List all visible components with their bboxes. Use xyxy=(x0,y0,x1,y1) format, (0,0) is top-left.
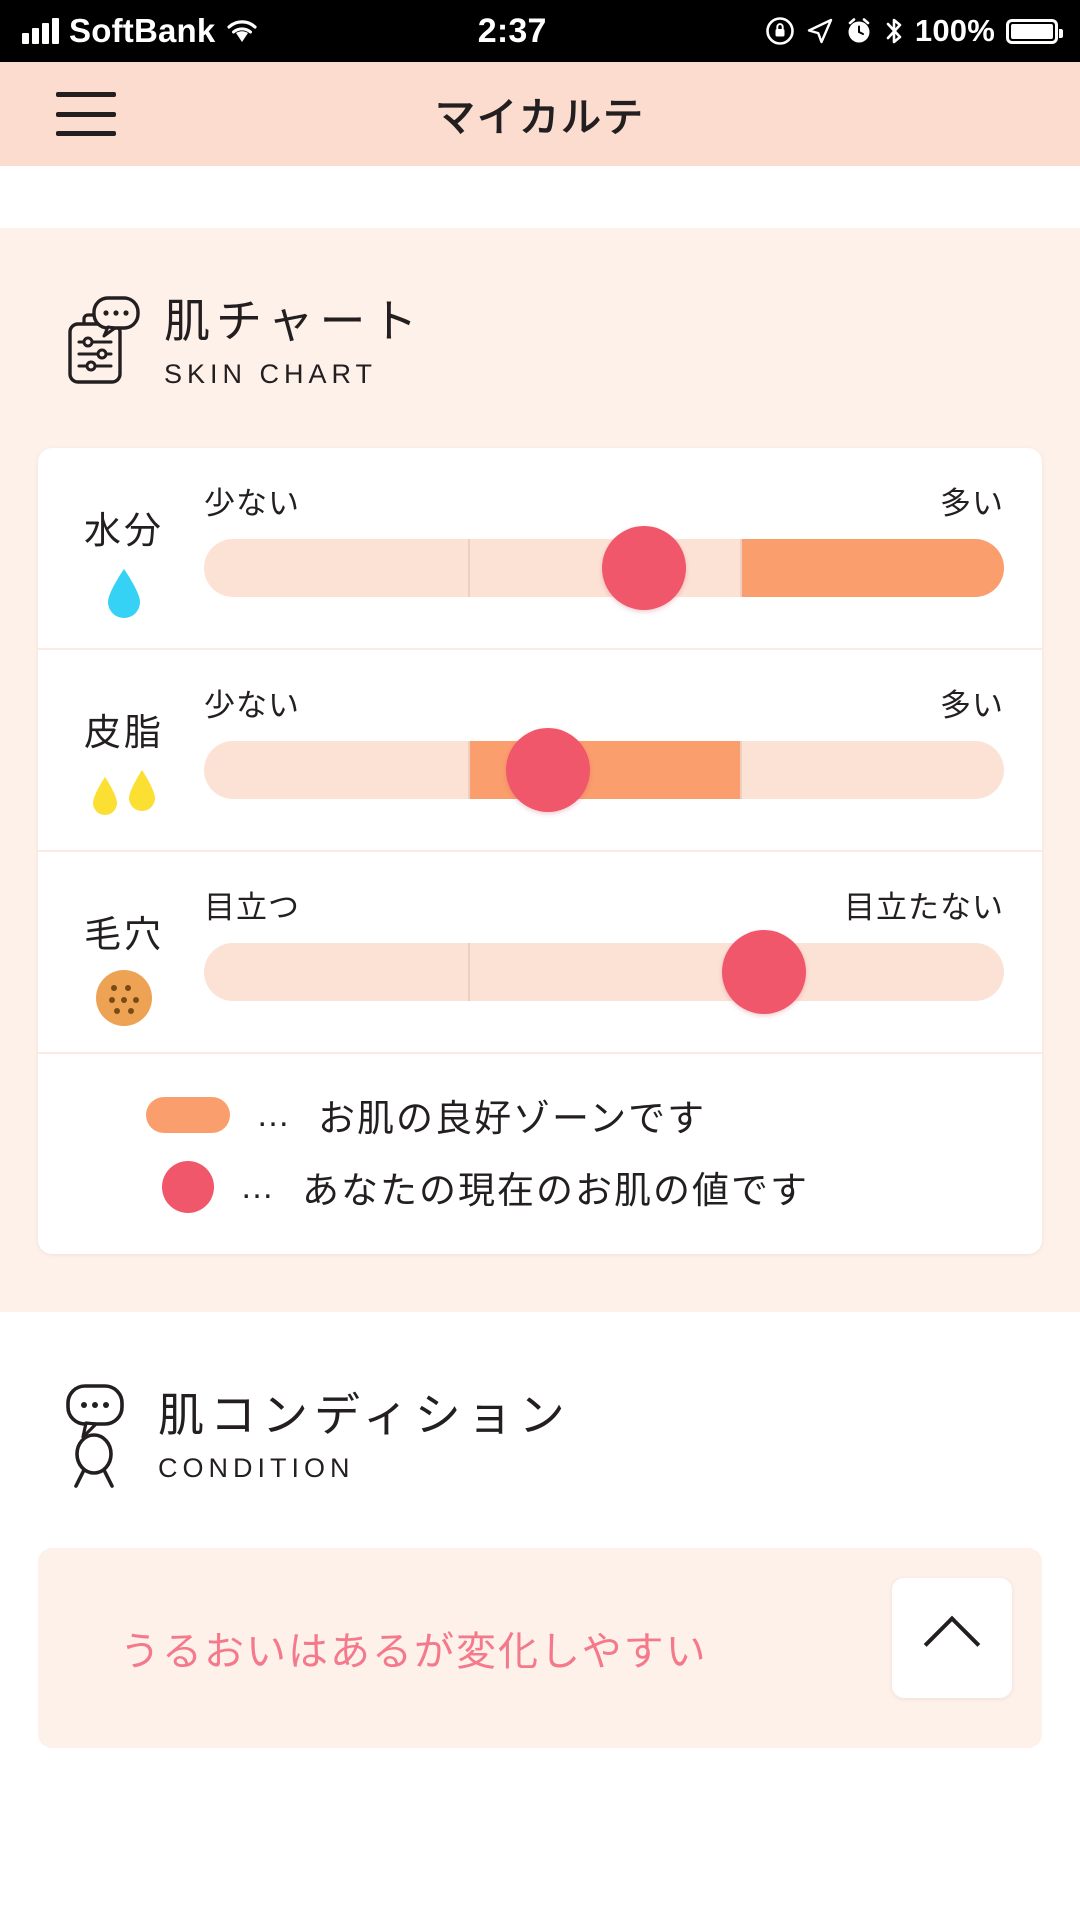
wifi-icon xyxy=(227,20,258,42)
content-spacer xyxy=(0,166,1080,228)
chevron-up-icon[interactable] xyxy=(892,1578,1012,1699)
two-oil-drops-icon xyxy=(60,768,188,824)
slider-row-sebum: 皮脂 少ない 多い xyxy=(38,650,1042,853)
bluetooth-icon xyxy=(886,18,902,44)
slider-tick xyxy=(468,741,470,800)
legend-item-good-zone: … お肌の良好ゾーンです xyxy=(146,1088,1012,1142)
slider-right-label-moisture: 多い xyxy=(940,486,1004,522)
chart-legend: … お肌の良好ゾーンです … あなたの現在のお肌の値です xyxy=(38,1054,1042,1254)
slider-right-label-sebum: 多い xyxy=(940,688,1004,724)
chevron-up-glyph xyxy=(923,1615,981,1673)
pore-circle-glyph xyxy=(96,970,152,1027)
location-arrow-icon xyxy=(807,18,833,44)
slider-marker-pores[interactable] xyxy=(722,930,806,1015)
slider-row-label-group: 毛穴 xyxy=(60,882,188,1027)
hamburger-menu-icon[interactable] xyxy=(56,92,116,136)
legend-item-current-value: … あなたの現在のお肌の値です xyxy=(146,1160,1012,1214)
legend-ellipsis: … xyxy=(256,1095,292,1134)
status-bar: SoftBank 2:37 100% xyxy=(0,0,1080,62)
battery-percent-label: 100% xyxy=(914,13,995,48)
slider-tick xyxy=(740,539,742,598)
carrier-label: SoftBank xyxy=(69,12,216,49)
skin-chart-section: 肌チャート SKIN CHART 水分 少ない 多い 皮脂 少ない 多い 毛穴 … xyxy=(0,228,1080,1313)
signal-bars-icon xyxy=(22,18,59,44)
oil-drop-glyph xyxy=(129,770,155,812)
skin-chart-heading: 肌チャート SKIN CHART xyxy=(0,294,1080,390)
slider-right-label-pores: 目立たない xyxy=(844,890,1004,926)
status-bar-right: 100% xyxy=(765,13,1063,49)
slider-end-labels: 目立つ 目立たない xyxy=(204,882,1004,927)
slider-track-sebum[interactable] xyxy=(204,728,1004,813)
slider-tick xyxy=(468,539,470,598)
condition-card[interactable]: うるおいはあるが変化しやすい xyxy=(38,1548,1042,1749)
slider-row-label-group: 水分 xyxy=(60,478,188,622)
slider-tick xyxy=(740,741,742,800)
slider-track-pores[interactable] xyxy=(204,930,1004,1015)
skin-chart-card: 水分 少ない 多い 皮脂 少ない 多い 毛穴 目立つ 目立たない … お肌の良好… xyxy=(38,448,1042,1255)
slider-sebum[interactable]: 少ない 多い xyxy=(188,680,1012,813)
skin-chart-title-jp: 肌チャート xyxy=(164,295,424,347)
slider-track-moisture[interactable] xyxy=(204,526,1004,611)
slider-tick xyxy=(468,943,470,1002)
slider-left-label-sebum: 少ない xyxy=(204,688,300,724)
skin-chart-title-en: SKIN CHART xyxy=(164,359,378,390)
condition-heading: 肌コンディション CONDITION xyxy=(0,1382,1080,1490)
legend-ellipsis: … xyxy=(240,1167,276,1206)
condition-section: 肌コンディション CONDITION うるおいはあるが変化しやすい xyxy=(0,1312,1080,1749)
legend-label-good-zone: お肌の良好ゾーンです xyxy=(318,1098,707,1140)
legend-value-swatch xyxy=(162,1161,214,1214)
slider-end-labels: 少ない 多い xyxy=(204,478,1004,523)
oil-drop-glyph xyxy=(93,777,117,816)
condition-title-jp: 肌コンディション xyxy=(158,1389,571,1442)
slider-left-label-pores: 目立つ xyxy=(204,890,300,926)
good-zone-moisture xyxy=(740,539,1004,598)
slider-label-moisture: 水分 xyxy=(84,510,164,552)
page-title: マイカルテ xyxy=(435,96,645,140)
slider-marker-moisture[interactable] xyxy=(602,526,686,611)
person-chat-icon xyxy=(66,1384,124,1488)
battery-icon xyxy=(1006,18,1063,44)
legend-zone-swatch xyxy=(146,1097,230,1134)
slider-left-label-moisture: 少ない xyxy=(204,486,300,522)
condition-title-en: CONDITION xyxy=(158,1453,355,1484)
alarm-clock-icon xyxy=(848,18,870,43)
slider-row-moisture: 水分 少ない 多い xyxy=(38,448,1042,651)
legend-label-current-value: あなたの現在のお肌の値です xyxy=(302,1170,809,1212)
rotation-lock-icon xyxy=(766,17,794,45)
water-drop-glyph xyxy=(108,569,140,619)
slider-row-label-group: 皮脂 xyxy=(60,680,188,824)
clipboard-chat-icon xyxy=(68,296,140,384)
pore-circle-icon xyxy=(60,970,188,1027)
slider-pores[interactable]: 目立つ 目立たない xyxy=(188,882,1012,1015)
status-bar-left: SoftBank xyxy=(22,12,259,50)
slider-moisture[interactable]: 少ない 多い xyxy=(188,478,1012,611)
app-bar: マイカルテ xyxy=(0,62,1080,166)
slider-label-sebum: 皮脂 xyxy=(84,712,164,754)
slider-end-labels: 少ない 多い xyxy=(204,680,1004,725)
slider-marker-sebum[interactable] xyxy=(506,728,590,813)
water-drop-icon xyxy=(60,566,188,622)
clock: 2:37 xyxy=(477,11,547,50)
condition-summary-text: うるおいはあるが変化しやすい xyxy=(120,1630,708,1675)
slider-row-pores: 毛穴 目立つ 目立たない xyxy=(38,852,1042,1055)
slider-label-pores: 毛穴 xyxy=(84,914,164,956)
